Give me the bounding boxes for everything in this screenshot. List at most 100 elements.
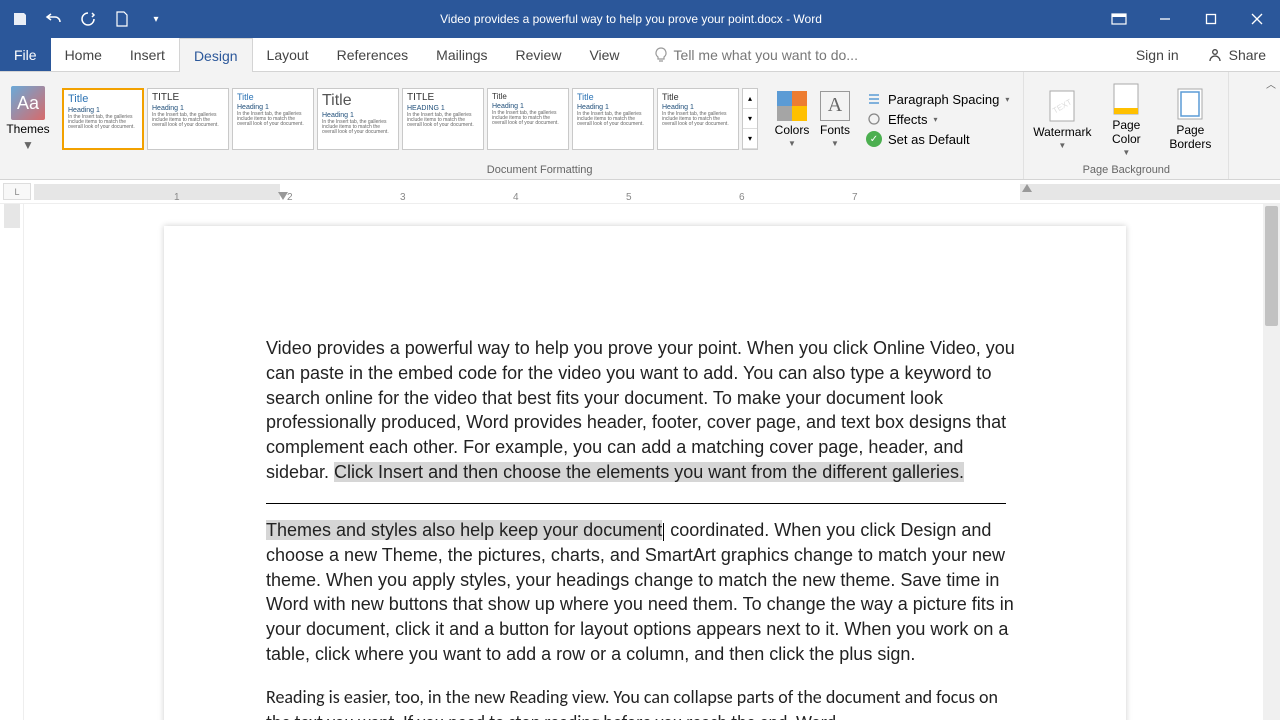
tab-mailings[interactable]: Mailings: [422, 38, 501, 71]
tab-references[interactable]: References: [323, 38, 423, 71]
chevron-down-icon: ▾: [934, 115, 938, 124]
check-icon: ✓: [866, 131, 882, 147]
ruler-tick: 3: [400, 192, 406, 203]
paragraph-3[interactable]: Reading is easier, too, in the new Readi…: [266, 685, 1024, 720]
collapse-ribbon-icon[interactable]: ︿: [1266, 76, 1276, 91]
share-button[interactable]: Share: [1193, 38, 1280, 71]
selected-text: Click Insert and then choose the element…: [334, 462, 964, 482]
window-controls: [1142, 0, 1280, 38]
set-default-label: Set as Default: [888, 132, 970, 147]
style-thumb[interactable]: TitleHeading 1In the Insert tab, the gal…: [317, 88, 399, 150]
page-color-button[interactable]: Page Color ▼: [1098, 82, 1154, 157]
page[interactable]: Video provides a powerful way to help yo…: [164, 226, 1126, 720]
tab-insert[interactable]: Insert: [116, 38, 179, 71]
save-icon[interactable]: [10, 9, 30, 29]
ruler-tick: 5: [626, 192, 632, 203]
page-background-label: Page Background: [1030, 162, 1222, 179]
gallery-more: ▴ ▾ ▾: [742, 88, 758, 150]
quick-access-toolbar: ▾: [0, 9, 166, 29]
watermark-label: Watermark: [1033, 125, 1091, 139]
fonts-button[interactable]: A Fonts ▼: [815, 91, 855, 148]
chevron-down-icon: ▼: [1058, 141, 1066, 150]
paragraph-1[interactable]: Video provides a powerful way to help yo…: [266, 336, 1024, 485]
page-color-label: Page Color: [1098, 118, 1154, 146]
paragraph-spacing-icon: [866, 91, 882, 107]
lightbulb-icon: [654, 47, 668, 63]
doc-formatting-label: Document Formatting: [62, 162, 1017, 179]
page-color-icon: [1109, 82, 1143, 116]
style-gallery: TitleHeading 1In the Insert tab, the gal…: [62, 83, 739, 155]
tab-home[interactable]: Home: [51, 38, 116, 71]
page-borders-icon: [1173, 87, 1207, 121]
chevron-down-icon: ▼: [788, 139, 796, 148]
style-thumb[interactable]: TitleHeading 1In the Insert tab, the gal…: [657, 88, 739, 150]
document-area: Video provides a powerful way to help yo…: [0, 204, 1280, 720]
chevron-down-icon: ▼: [22, 138, 34, 152]
effects-label: Effects: [888, 112, 928, 127]
colors-icon: [777, 91, 807, 121]
undo-icon[interactable]: [44, 9, 64, 29]
chevron-down-icon: ▼: [1122, 148, 1130, 157]
effects-button[interactable]: Effects ▾: [866, 111, 1009, 127]
tell-me-search[interactable]: Tell me what you want to do...: [634, 38, 858, 71]
share-label: Share: [1229, 47, 1266, 63]
customize-qat-icon[interactable]: ▾: [146, 9, 166, 29]
tab-review[interactable]: Review: [502, 38, 576, 71]
ruler-tick: 4: [513, 192, 519, 203]
watermark-icon: TEXT: [1045, 89, 1079, 123]
page-borders-button[interactable]: Page Borders: [1162, 87, 1218, 151]
tab-selector[interactable]: L: [3, 183, 31, 200]
minimize-button[interactable]: [1142, 0, 1188, 38]
fonts-label: Fonts: [820, 123, 850, 137]
paragraph-spacing-label: Paragraph Spacing: [888, 92, 999, 107]
redo-icon[interactable]: [78, 9, 98, 29]
page-borders-label: Page Borders: [1162, 123, 1218, 151]
close-button[interactable]: [1234, 0, 1280, 38]
tab-file[interactable]: File: [0, 38, 51, 71]
paragraph-2[interactable]: Themes and styles also help keep your do…: [266, 518, 1024, 667]
sign-in-button[interactable]: Sign in: [1122, 38, 1193, 71]
ruler-tick: 1: [174, 192, 180, 203]
right-indent-marker[interactable]: [1022, 184, 1032, 192]
gallery-scroll-down[interactable]: ▾: [743, 109, 757, 129]
gallery-scroll-up[interactable]: ▴: [743, 89, 757, 109]
share-icon: [1207, 47, 1223, 63]
paragraph-spacing-button[interactable]: Paragraph Spacing ▾: [866, 91, 1009, 107]
maximize-button[interactable]: [1188, 0, 1234, 38]
themes-icon: Aa: [11, 86, 45, 120]
style-thumb[interactable]: TitleHeading 1In the Insert tab, the gal…: [572, 88, 654, 150]
themes-button[interactable]: Aa Themes ▼: [6, 86, 50, 152]
watermark-button[interactable]: TEXT Watermark ▼: [1034, 89, 1090, 150]
style-thumb[interactable]: TitleHeading 1In the Insert tab, the gal…: [487, 88, 569, 150]
ruler-tick: 6: [739, 192, 745, 203]
ribbon-tabs: File Home Insert Design Layout Reference…: [0, 38, 1280, 72]
tab-design[interactable]: Design: [179, 38, 253, 72]
chevron-down-icon: ▼: [831, 139, 839, 148]
colors-button[interactable]: Colors ▼: [772, 91, 812, 148]
effects-icon: [866, 111, 882, 127]
new-doc-icon[interactable]: [112, 9, 132, 29]
fonts-icon: A: [820, 91, 850, 121]
ribbon-display-options-icon[interactable]: [1096, 0, 1142, 38]
horizontal-ruler[interactable]: L 1234567: [0, 180, 1280, 204]
indent-marker[interactable]: [278, 192, 288, 200]
tell-me-placeholder: Tell me what you want to do...: [674, 47, 858, 63]
themes-label: Themes: [6, 122, 49, 136]
set-as-default-button[interactable]: ✓ Set as Default: [866, 131, 1009, 147]
scroll-thumb[interactable]: [1265, 206, 1278, 326]
tab-layout[interactable]: Layout: [253, 38, 323, 71]
ruler-tick: 7: [852, 192, 858, 203]
style-thumb[interactable]: TitleHeading 1In the Insert tab, the gal…: [232, 88, 314, 150]
title-bar: ▾ Video provides a powerful way to help …: [0, 0, 1280, 38]
colors-label: Colors: [775, 123, 810, 137]
gallery-expand[interactable]: ▾: [743, 129, 757, 149]
window-title: Video provides a powerful way to help yo…: [166, 12, 1096, 26]
style-thumb[interactable]: TITLEHEADING 1In the Insert tab, the gal…: [402, 88, 484, 150]
vertical-scrollbar[interactable]: [1263, 204, 1280, 720]
ribbon: ︿ Aa Themes ▼ TitleHeading 1In the Inser…: [0, 72, 1280, 180]
style-thumb[interactable]: TitleHeading 1In the Insert tab, the gal…: [62, 88, 144, 150]
style-thumb[interactable]: TITLEHeading 1In the Insert tab, the gal…: [147, 88, 229, 150]
vertical-ruler[interactable]: [0, 204, 24, 720]
chevron-down-icon: ▾: [1005, 95, 1009, 104]
tab-view[interactable]: View: [575, 38, 633, 71]
